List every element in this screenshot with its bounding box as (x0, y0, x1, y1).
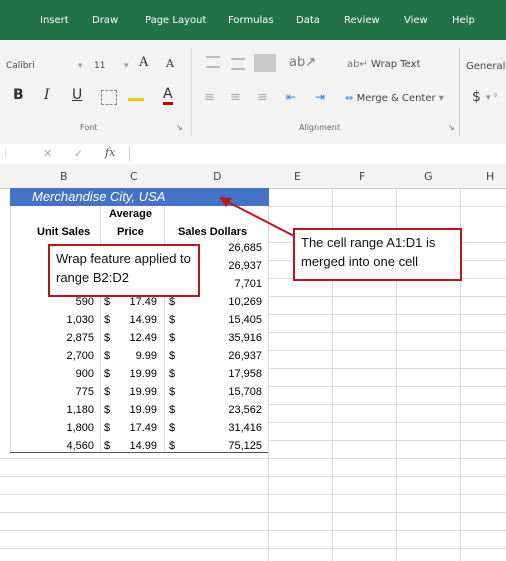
wrap-callout: Wrap feature applied to range B2:D2 (48, 244, 200, 297)
merge-callout-arrow (225, 200, 295, 237)
merge-callout-text: The cell range A1:D1 is merged into one … (301, 235, 436, 269)
wrap-callout-text: Wrap feature applied to range B2:D2 (56, 251, 191, 285)
merge-callout: The cell range A1:D1 is merged into one … (293, 228, 462, 281)
